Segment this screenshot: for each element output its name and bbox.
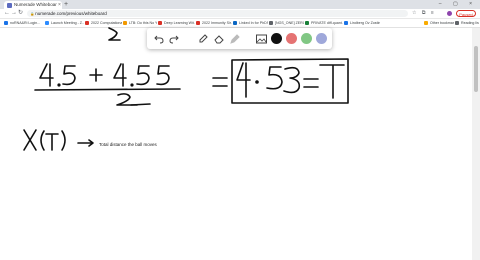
ink-digit-4 <box>113 63 127 87</box>
ink-digit-2 <box>116 93 138 106</box>
ink-partial-two <box>108 27 121 41</box>
ink-digit-4 <box>236 62 251 98</box>
ink-letter-T <box>45 133 59 151</box>
ink-digit-5 <box>266 66 283 90</box>
scrollbar-thumb[interactable] <box>474 46 478 92</box>
color-red-swatch[interactable] <box>286 33 297 44</box>
ink-plus-sign <box>89 68 103 82</box>
ink-digit-4 <box>39 63 54 87</box>
redo-icon[interactable] <box>166 31 181 46</box>
ink-digit-5 <box>156 65 170 86</box>
ink-underline <box>130 103 151 106</box>
pen-icon[interactable] <box>195 31 210 46</box>
ink-open-paren <box>40 130 45 151</box>
ink-decimal-point <box>255 80 259 84</box>
color-green-swatch[interactable] <box>301 33 312 44</box>
highlighter-icon[interactable] <box>227 31 242 46</box>
ink-close-paren <box>61 130 66 151</box>
color-purple-swatch[interactable] <box>316 33 327 44</box>
ink-decimal-point <box>57 83 61 87</box>
ink-equals-sign <box>212 77 228 87</box>
ink-equals-sign <box>303 78 319 88</box>
image-icon[interactable] <box>254 31 269 46</box>
ink-digit-3 <box>283 66 301 94</box>
undo-icon[interactable] <box>151 31 166 46</box>
eraser-icon[interactable] <box>211 31 226 46</box>
ink-letter-T <box>319 64 345 99</box>
ink-digit-5 <box>62 65 76 86</box>
annotation-text: Total distance the ball moves <box>99 142 157 147</box>
ink-arrow <box>77 139 94 147</box>
ink-decimal-point <box>130 83 134 87</box>
ink-digit-5 <box>136 65 150 86</box>
drawing-toolbar <box>147 28 332 49</box>
ink-fraction-bar <box>34 88 181 91</box>
ink-letter-X <box>23 129 37 151</box>
color-black-swatch[interactable] <box>271 33 282 44</box>
